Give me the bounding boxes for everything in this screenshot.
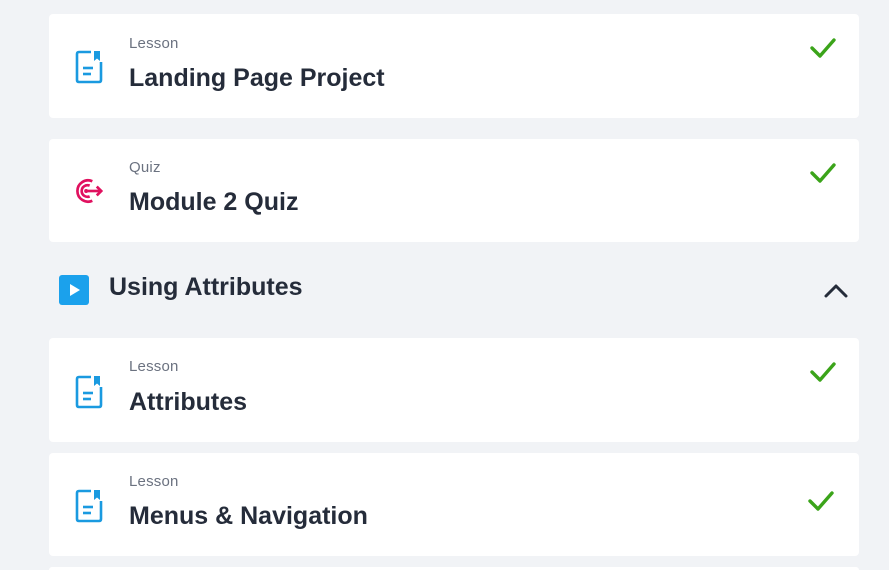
quiz-card-module-2-quiz[interactable]: Quiz Module 2 Quiz [49,139,859,242]
lesson-document-icon [75,375,103,409]
section-title: Using Attributes [109,273,303,301]
check-icon [808,491,834,511]
item-title: Landing Page Project [129,64,385,92]
play-icon [59,275,89,305]
item-type-label: Lesson [129,473,179,490]
item-type-label: Lesson [129,358,179,375]
section-header-using-attributes[interactable]: Using Attributes [49,262,859,318]
check-icon [810,38,836,58]
lesson-card-landing-page-project[interactable]: Lesson Landing Page Project [49,14,859,118]
lesson-card-attributes[interactable]: Lesson Attributes [49,338,859,442]
lesson-document-icon [75,50,103,84]
chevron-up-icon[interactable] [823,278,849,302]
item-type-label: Lesson [129,35,179,52]
item-title: Menus & Navigation [129,502,368,530]
quiz-target-icon [76,179,103,203]
check-icon [810,362,836,382]
check-icon [810,163,836,183]
lesson-document-icon [75,489,103,523]
item-type-label: Quiz [129,159,161,176]
lesson-card-menus-navigation[interactable]: Lesson Menus & Navigation [49,453,859,556]
item-title: Module 2 Quiz [129,188,299,216]
item-title: Attributes [129,388,248,416]
